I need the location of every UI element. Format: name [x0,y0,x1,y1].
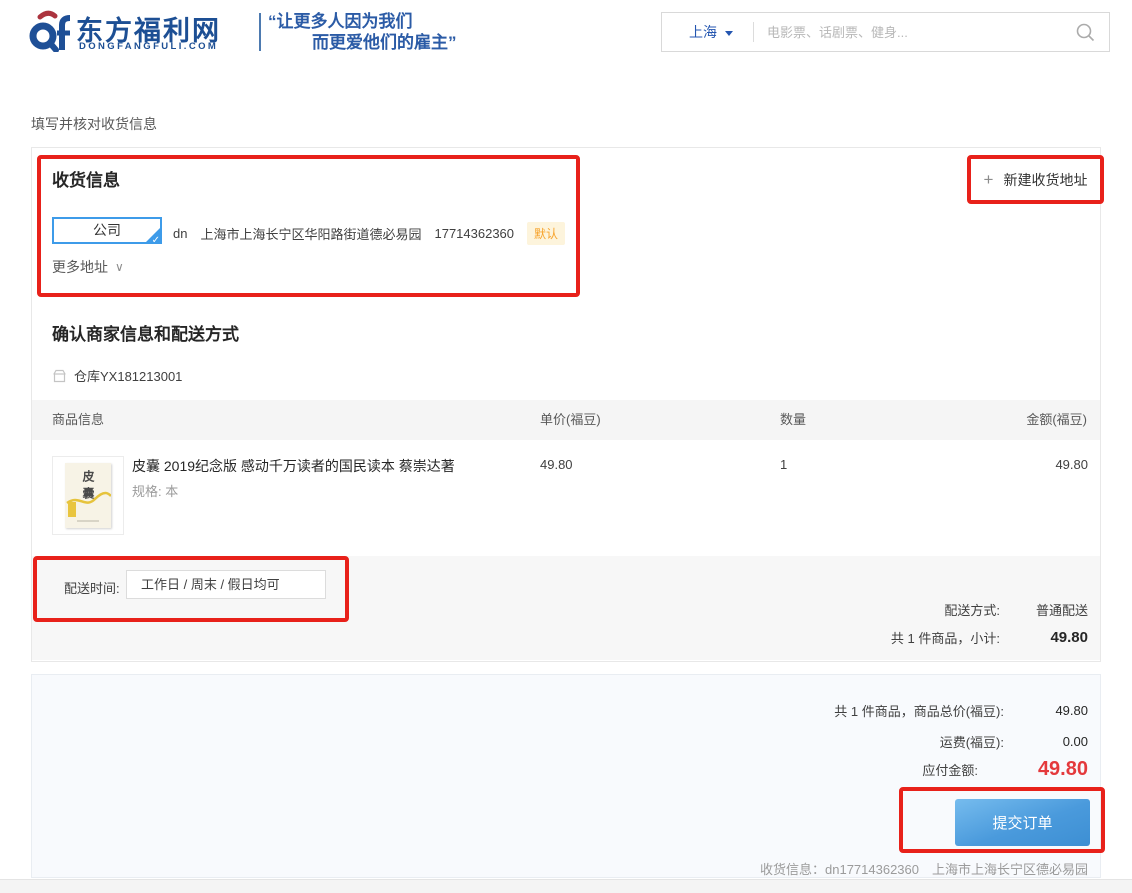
cover-line [77,520,99,522]
city-selector[interactable]: 上海 [662,22,733,42]
table-header: 商品信息 单价(福豆) 数量 金额(福豆) [32,400,1100,440]
address-row: dn 上海市上海长宁区华阳路街道德必易园 17714362360 默认 [173,222,565,245]
search-icon[interactable] [1075,22,1096,43]
delivery-time-label: 配送时间: [64,578,120,597]
product-spec: 规格: 本 [132,481,178,500]
bean-icon [1017,762,1033,778]
delivery-method-label: 配送方式: [944,600,1000,619]
subtotal-value: 49.80 [1050,629,1088,646]
submit-order-button[interactable]: 提交订单 [955,799,1090,846]
slogan-line2: 而更爱他们的雇主” [312,32,457,53]
new-address-button[interactable]: + 新建收货地址 [967,155,1104,204]
cover-decoration [65,463,111,528]
product-amount: 49.80 [1055,457,1088,472]
delivery-time-select[interactable]: 工作日 / 周末 / 假日均可 [126,570,326,599]
summary-shipping-label: 运费(福豆): [940,732,1004,751]
caret-down-icon [725,31,733,36]
payable-value-group: 49.80 [978,758,1088,781]
summary-total-label: 共 1 件商品，商品总价(福豆): [834,701,1004,720]
header-divider [259,13,261,51]
bean-icon [1031,630,1046,645]
address-section-title: 收货信息 [52,166,120,191]
slogan-line1: “让更多人因为我们 [268,11,457,32]
page: 东方福利网 DONGFANGFULI.COM “让更多人因为我们 而更爱他们的雇… [0,0,1132,893]
subtotal-label: 共 1 件商品，小计: [891,628,1000,647]
product-quantity: 1 [780,457,787,472]
product-image[interactable]: 皮囊 [52,456,124,535]
subtotal-row: 共 1 件商品，小计: 49.80 [891,628,1088,647]
default-badge: 默认 [527,222,565,245]
product-title[interactable]: 皮囊 2019纪念版 感动千万读者的国民读本 蔡崇达著 [132,456,455,476]
col-product-info: 商品信息 [52,400,104,440]
summary-total-value: 49.80 [1004,703,1088,718]
brand-domain: DONGFANGFULI.COM [79,41,218,52]
logo-mark-icon [28,10,74,52]
recipient-address: 上海市上海长宁区华阳路街道德必易园 [200,224,421,243]
slogan: “让更多人因为我们 而更爱他们的雇主” [268,11,457,53]
more-addresses-link[interactable]: 更多地址 ∨ [52,257,124,277]
warehouse-row: 仓库YX181213001 [52,366,182,385]
summary-shipping-value: 0.00 [1004,734,1088,749]
recipient-name: dn [173,226,187,241]
bottom-strip [0,879,1132,893]
summary-shipping-row: 运费(福豆): 0.00 [940,732,1088,751]
delivery-method-value: 普通配送 [1000,600,1088,619]
address-tag-label: 公司 [93,222,121,238]
col-unit-price: 单价(福豆) [540,400,601,440]
store-icon [52,369,67,383]
plus-icon: + [984,170,994,190]
city-label: 上海 [689,22,717,42]
book-cover: 皮囊 [65,463,111,528]
summary-total-row: 共 1 件商品，商品总价(福豆): 49.80 [834,701,1088,720]
chevron-down-icon: ∨ [115,260,124,274]
cover-chip [68,502,76,517]
search-input[interactable] [754,25,1075,40]
page-title: 填写并核对收货信息 [31,114,157,134]
search-bar: 上海 [661,12,1110,52]
col-quantity: 数量 [780,400,806,440]
footer-address-info: 收货信息：dn17714362360 上海市上海长宁区德必易园 [760,859,1088,878]
subtotal-value-group: 49.80 [1000,629,1088,646]
check-icon: ✓ [152,236,160,246]
merchant-section-title: 确认商家信息和配送方式 [52,320,239,345]
warehouse-name: 仓库YX181213001 [74,366,182,385]
delivery-method-row: 配送方式: 普通配送 [944,600,1088,619]
payable-value: 49.80 [1038,758,1088,781]
more-addresses-label: 更多地址 [52,257,108,277]
summary-payable-row: 应付金额: 49.80 [922,758,1088,781]
address-tag-company[interactable]: 公司 ✓ [52,217,162,244]
col-amount: 金额(福豆) [1026,400,1087,440]
new-address-label: 新建收货地址 [1003,170,1087,190]
recipient-phone: 17714362360 [434,226,514,241]
summary-payable-label: 应付金额: [922,760,978,779]
product-unit-price: 49.80 [540,457,573,472]
